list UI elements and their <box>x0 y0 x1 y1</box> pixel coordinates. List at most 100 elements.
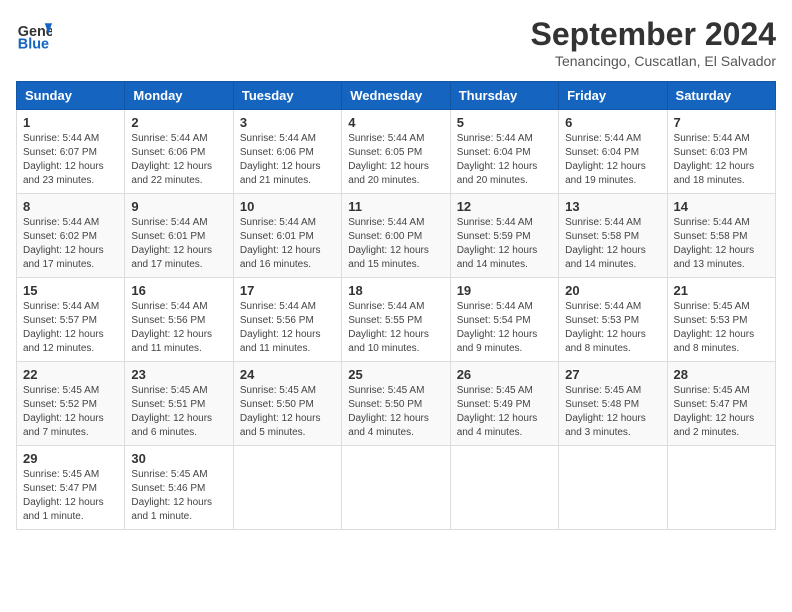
day-number: 23 <box>131 367 226 382</box>
day-cell: 26 Sunrise: 5:45 AM Sunset: 5:49 PM Dayli… <box>450 362 558 446</box>
day-number: 11 <box>348 199 443 214</box>
month-title: September 2024 <box>531 16 776 53</box>
day-number: 27 <box>565 367 660 382</box>
day-cell <box>342 446 450 530</box>
logo: General Blue <box>16 16 52 52</box>
week-row-1: 1 Sunrise: 5:44 AM Sunset: 6:07 PM Daylig… <box>17 110 776 194</box>
page-header: General Blue September 2024 Tenancingo, … <box>16 16 776 69</box>
day-number: 29 <box>23 451 118 466</box>
day-cell <box>667 446 775 530</box>
day-cell: 24 Sunrise: 5:45 AM Sunset: 5:50 PM Dayli… <box>233 362 341 446</box>
day-info: Sunrise: 5:44 AM Sunset: 6:01 PM Dayligh… <box>131 216 226 272</box>
day-cell: 29Sunrise: 5:45 AM Sunset: 5:47 PM Dayli… <box>17 446 125 530</box>
day-cell: 14 Sunrise: 5:44 AM Sunset: 5:58 PM Dayli… <box>667 194 775 278</box>
day-cell <box>450 446 558 530</box>
day-info: Sunrise: 5:45 AM Sunset: 5:49 PM Dayligh… <box>457 384 552 440</box>
day-info: Sunrise: 5:44 AM Sunset: 5:54 PM Dayligh… <box>457 300 552 356</box>
day-number: 22 <box>23 367 118 382</box>
day-number: 25 <box>348 367 443 382</box>
day-number: 5 <box>457 115 552 130</box>
day-cell: 12 Sunrise: 5:44 AM Sunset: 5:59 PM Dayli… <box>450 194 558 278</box>
col-header-thursday: Thursday <box>450 82 558 110</box>
day-number: 19 <box>457 283 552 298</box>
day-number: 10 <box>240 199 335 214</box>
day-number: 15 <box>23 283 118 298</box>
day-cell: 2Sunrise: 5:44 AM Sunset: 6:06 PM Daylig… <box>125 110 233 194</box>
col-header-wednesday: Wednesday <box>342 82 450 110</box>
day-number: 14 <box>674 199 769 214</box>
day-number: 21 <box>674 283 769 298</box>
day-number: 13 <box>565 199 660 214</box>
day-info: Sunrise: 5:44 AM Sunset: 5:58 PM Dayligh… <box>674 216 769 272</box>
day-cell: 19 Sunrise: 5:44 AM Sunset: 5:54 PM Dayli… <box>450 278 558 362</box>
day-cell: 22 Sunrise: 5:45 AM Sunset: 5:52 PM Dayli… <box>17 362 125 446</box>
day-cell: 9 Sunrise: 5:44 AM Sunset: 6:01 PM Daylig… <box>125 194 233 278</box>
day-cell: 21 Sunrise: 5:45 AM Sunset: 5:53 PM Dayli… <box>667 278 775 362</box>
day-cell: 8 Sunrise: 5:44 AM Sunset: 6:02 PM Daylig… <box>17 194 125 278</box>
week-row-5: 29Sunrise: 5:45 AM Sunset: 5:47 PM Dayli… <box>17 446 776 530</box>
day-cell: 25 Sunrise: 5:45 AM Sunset: 5:50 PM Dayli… <box>342 362 450 446</box>
day-info: Sunrise: 5:44 AM Sunset: 6:02 PM Dayligh… <box>23 216 118 272</box>
day-cell: 17 Sunrise: 5:44 AM Sunset: 5:56 PM Dayli… <box>233 278 341 362</box>
day-cell: 3 Sunrise: 5:44 AM Sunset: 6:06 PM Daylig… <box>233 110 341 194</box>
day-number: 26 <box>457 367 552 382</box>
day-number: 1 <box>23 115 118 130</box>
day-number: 17 <box>240 283 335 298</box>
day-info: Sunrise: 5:45 AM Sunset: 5:53 PM Dayligh… <box>674 300 769 356</box>
day-cell: 10 Sunrise: 5:44 AM Sunset: 6:01 PM Dayli… <box>233 194 341 278</box>
day-number: 8 <box>23 199 118 214</box>
location-title: Tenancingo, Cuscatlan, El Salvador <box>531 53 776 69</box>
day-cell: 15Sunrise: 5:44 AM Sunset: 5:57 PM Dayli… <box>17 278 125 362</box>
day-number: 4 <box>348 115 443 130</box>
day-info: Sunrise: 5:44 AM Sunset: 5:55 PM Dayligh… <box>348 300 443 356</box>
day-number: 20 <box>565 283 660 298</box>
day-info: Sunrise: 5:45 AM Sunset: 5:52 PM Dayligh… <box>23 384 118 440</box>
day-cell: 5 Sunrise: 5:44 AM Sunset: 6:04 PM Daylig… <box>450 110 558 194</box>
day-number: 12 <box>457 199 552 214</box>
day-number: 6 <box>565 115 660 130</box>
day-info: Sunrise: 5:44 AM Sunset: 5:56 PM Dayligh… <box>240 300 335 356</box>
day-info: Sunrise: 5:44 AM Sunset: 6:06 PM Dayligh… <box>240 132 335 188</box>
day-cell: 30 Sunrise: 5:45 AM Sunset: 5:46 PM Dayli… <box>125 446 233 530</box>
logo-icon: General Blue <box>16 16 52 52</box>
week-row-4: 22 Sunrise: 5:45 AM Sunset: 5:52 PM Dayli… <box>17 362 776 446</box>
day-info: Sunrise: 5:45 AM Sunset: 5:46 PM Dayligh… <box>131 468 226 524</box>
day-info: Sunrise: 5:44 AM Sunset: 5:59 PM Dayligh… <box>457 216 552 272</box>
day-info: Sunrise: 5:45 AM Sunset: 5:47 PM Dayligh… <box>674 384 769 440</box>
day-number: 3 <box>240 115 335 130</box>
day-cell: 23 Sunrise: 5:45 AM Sunset: 5:51 PM Dayli… <box>125 362 233 446</box>
day-cell: 16Sunrise: 5:44 AM Sunset: 5:56 PM Dayli… <box>125 278 233 362</box>
day-cell: 7Sunrise: 5:44 AM Sunset: 6:03 PM Daylig… <box>667 110 775 194</box>
day-cell: 13Sunrise: 5:44 AM Sunset: 5:58 PM Dayli… <box>559 194 667 278</box>
day-cell: 6 Sunrise: 5:44 AM Sunset: 6:04 PM Daylig… <box>559 110 667 194</box>
day-info: Sunrise: 5:45 AM Sunset: 5:48 PM Dayligh… <box>565 384 660 440</box>
day-info: Sunrise: 5:44 AM Sunset: 6:01 PM Dayligh… <box>240 216 335 272</box>
day-cell: 20 Sunrise: 5:44 AM Sunset: 5:53 PM Dayli… <box>559 278 667 362</box>
day-info: Sunrise: 5:44 AM Sunset: 6:03 PM Dayligh… <box>674 132 769 188</box>
week-row-3: 15Sunrise: 5:44 AM Sunset: 5:57 PM Dayli… <box>17 278 776 362</box>
col-header-monday: Monday <box>125 82 233 110</box>
day-info: Sunrise: 5:44 AM Sunset: 6:00 PM Dayligh… <box>348 216 443 272</box>
day-number: 9 <box>131 199 226 214</box>
day-info: Sunrise: 5:44 AM Sunset: 6:07 PM Dayligh… <box>23 132 118 188</box>
day-number: 24 <box>240 367 335 382</box>
day-info: Sunrise: 5:44 AM Sunset: 6:04 PM Dayligh… <box>565 132 660 188</box>
col-header-friday: Friday <box>559 82 667 110</box>
day-info: Sunrise: 5:45 AM Sunset: 5:51 PM Dayligh… <box>131 384 226 440</box>
day-info: Sunrise: 5:44 AM Sunset: 6:04 PM Dayligh… <box>457 132 552 188</box>
calendar-table: SundayMondayTuesdayWednesdayThursdayFrid… <box>16 81 776 530</box>
day-info: Sunrise: 5:45 AM Sunset: 5:50 PM Dayligh… <box>348 384 443 440</box>
day-cell: 11 Sunrise: 5:44 AM Sunset: 6:00 PM Dayli… <box>342 194 450 278</box>
svg-text:Blue: Blue <box>18 36 49 52</box>
day-info: Sunrise: 5:44 AM Sunset: 5:53 PM Dayligh… <box>565 300 660 356</box>
day-info: Sunrise: 5:44 AM Sunset: 6:05 PM Dayligh… <box>348 132 443 188</box>
day-cell: 4 Sunrise: 5:44 AM Sunset: 6:05 PM Daylig… <box>342 110 450 194</box>
day-cell: 28 Sunrise: 5:45 AM Sunset: 5:47 PM Dayli… <box>667 362 775 446</box>
col-header-tuesday: Tuesday <box>233 82 341 110</box>
day-cell: 1 Sunrise: 5:44 AM Sunset: 6:07 PM Daylig… <box>17 110 125 194</box>
day-number: 30 <box>131 451 226 466</box>
week-row-2: 8 Sunrise: 5:44 AM Sunset: 6:02 PM Daylig… <box>17 194 776 278</box>
day-info: Sunrise: 5:45 AM Sunset: 5:50 PM Dayligh… <box>240 384 335 440</box>
day-cell <box>559 446 667 530</box>
day-number: 28 <box>674 367 769 382</box>
